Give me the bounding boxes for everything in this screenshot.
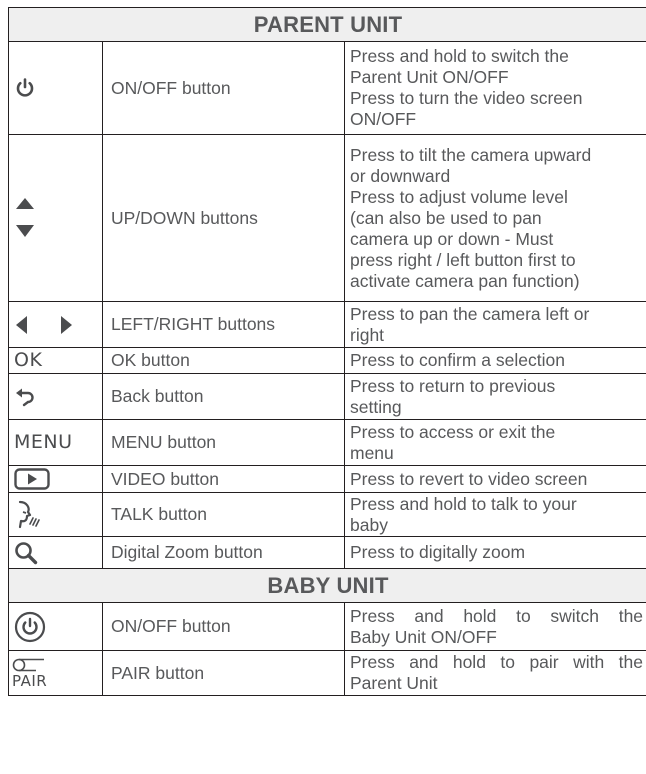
left-right-arrows-icon (8, 301, 103, 348)
video-play-icon (8, 465, 103, 493)
table-row: VIDEO button Press to revert to video sc… (8, 465, 646, 493)
button-description: Press and hold to switch the Parent Unit … (343, 41, 646, 135)
table-row: TALK button Press and hold to talk to yo… (8, 492, 646, 537)
menu-icon: MENU (8, 419, 103, 466)
button-description: Press and hold to pair with the Parent Unit (343, 650, 646, 696)
ok-icon: OK (8, 347, 103, 374)
power-icon (8, 41, 103, 135)
table-row: ON/OFF button Press and hold to switch the Bab… (8, 602, 646, 651)
button-name: OK button (102, 347, 345, 374)
up-down-arrows-icon (8, 134, 103, 302)
button-description: Press to digitally zoom (343, 536, 646, 569)
button-description: Press to return to previous setting (343, 373, 646, 420)
button-name: Digital Zoom button (102, 536, 345, 569)
button-description: Press and hold to switch the Baby Unit ON/OFF (343, 602, 646, 651)
pair-icon: PAIR (8, 650, 103, 696)
button-reference-table: PARENT UNIT ON/OFF button Press and hold… (7, 7, 646, 696)
button-description: Press to pan the camera left or right (343, 301, 646, 348)
baby-unit-header: BABY UNIT (7, 568, 646, 603)
button-description: Press to access or exit the menu (343, 419, 646, 466)
button-description: Press to confirm a selection (343, 347, 646, 374)
pair-icon-label: PAIR (12, 672, 48, 690)
button-name: UP/DOWN buttons (102, 134, 345, 302)
button-name: ON/OFF button (102, 41, 345, 135)
table-row: ON/OFF button Press and hold to switch t… (8, 41, 646, 135)
table-row: Back button Press to return to previous s… (8, 373, 646, 420)
button-description: Press and hold to talk to your baby (343, 492, 646, 537)
button-description: Press to revert to video screen (343, 465, 646, 493)
baby-unit-header-row: BABY UNIT (7, 568, 646, 603)
button-name: Back button (102, 373, 345, 420)
table-row: Digital Zoom button Press to digitally z… (8, 536, 646, 569)
table-row: OK OK button Press to confirm a selectio… (8, 347, 646, 374)
power-circle-icon (8, 602, 103, 651)
table-row: LEFT/RIGHT buttons Press to pan the came… (8, 301, 646, 348)
button-name: VIDEO button (102, 465, 345, 493)
button-name: PAIR button (102, 650, 345, 696)
button-name: LEFT/RIGHT buttons (102, 301, 345, 348)
talk-icon (8, 492, 103, 537)
button-name: ON/OFF button (102, 602, 345, 651)
parent-unit-header-row: PARENT UNIT (7, 7, 646, 42)
zoom-magnifier-icon (8, 536, 103, 569)
back-arrow-icon (8, 373, 103, 420)
button-name: MENU button (102, 419, 345, 466)
parent-unit-header: PARENT UNIT (7, 7, 646, 42)
table-row: UP/DOWN buttons Press to tilt the camera… (8, 134, 646, 302)
button-description: Press to tilt the camera upward or downwa… (343, 134, 646, 302)
table-row: MENU MENU button Press to access or exit… (8, 419, 646, 466)
table-row: PAIR PAIR button Press and hold to pair with t… (8, 650, 646, 696)
button-name: TALK button (102, 492, 345, 537)
